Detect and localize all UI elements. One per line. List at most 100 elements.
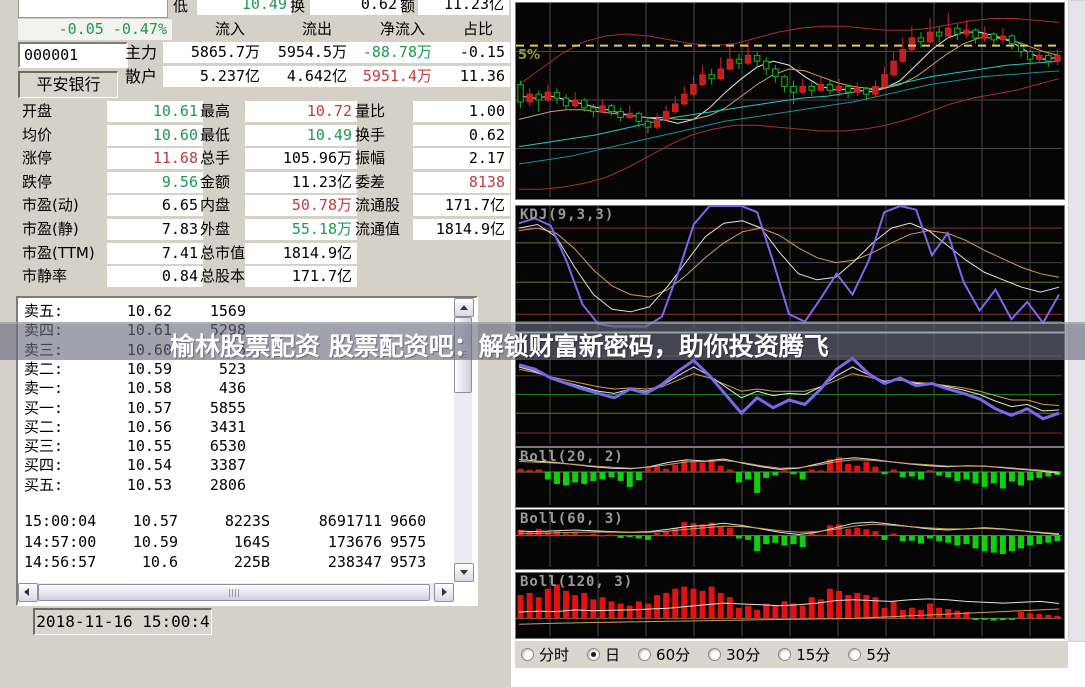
quote-value: 1.00 — [413, 101, 510, 122]
h-scrollbar-thumb[interactable] — [38, 584, 430, 601]
period-option-30分[interactable]: 30分 — [708, 644, 760, 665]
turnover-label: 换 — [290, 0, 305, 17]
order-book-row: 买五:10.532806 — [18, 476, 458, 495]
period-option-日[interactable]: 日 — [587, 644, 620, 665]
quote-value: 105.96万 — [245, 148, 357, 169]
tr-cnt: 9660 — [390, 512, 426, 531]
ob-label: 买四: — [24, 456, 63, 475]
left-arrow-icon — [24, 588, 29, 596]
ob-price: 10.55 — [62, 437, 172, 456]
quote-value: 2.17 — [413, 148, 510, 169]
period-option-15分[interactable]: 15分 — [778, 644, 830, 665]
period-radio[interactable] — [638, 648, 651, 661]
quote-value: 9.56 — [107, 172, 203, 193]
quote-value: 11.68 — [107, 148, 203, 169]
price-display-clipped — [18, 0, 168, 18]
tr-lot: 225B — [180, 553, 270, 572]
period-radio[interactable] — [587, 648, 600, 661]
scroll-left-button[interactable] — [18, 583, 38, 602]
period-radio[interactable] — [778, 648, 791, 661]
flow-out-value: 4.642亿 — [263, 66, 352, 87]
amount-label: 额 — [400, 0, 415, 17]
flow-ratio-value: -0.15 — [435, 42, 510, 63]
right-arrow-icon — [442, 588, 447, 596]
ob-label: 卖二: — [24, 360, 63, 379]
datetime-display: 2018-11-16 15:00:4 — [33, 608, 212, 635]
order-book-row: 买三:10.556530 — [18, 437, 458, 456]
tr-cnt: 9575 — [390, 533, 426, 552]
order-book-row: 卖五:10.621569 — [18, 302, 458, 321]
flow-row-label: 散户 — [125, 66, 157, 88]
ob-price: 10.53 — [62, 476, 172, 495]
quote-value: 171.7亿 — [413, 195, 510, 216]
period-radio[interactable] — [521, 648, 534, 661]
boll60-panel[interactable]: Boll(60, 3) — [515, 509, 1065, 570]
stock-trading-app-window: 低 10.49 换 0.62 额 11.23亿 -0.05 -0.47% 流入 … — [0, 0, 1085, 687]
kline-chart[interactable]: 5% — [515, 2, 1065, 200]
scroll-up-button[interactable] — [454, 298, 474, 317]
boll20-panel[interactable]: Boll(20, 2) — [515, 447, 1065, 508]
period-option-5分[interactable]: 5分 — [848, 644, 891, 665]
flow-net-value: 5951.4万 — [350, 66, 437, 87]
quote-label: 流通值 — [355, 218, 400, 240]
quote-label: 总股本 — [200, 265, 245, 287]
stock-code-input[interactable]: 000001 — [18, 42, 128, 68]
ob-label: 卖五: — [24, 302, 63, 321]
quote-value: 55.18万 — [245, 219, 357, 240]
quote-label: 流通股 — [355, 194, 400, 216]
period-label: 分时 — [539, 644, 569, 665]
ad-overlay-title: 榆林股票配资 股票配资吧：解锁财富新密码，助你投资腾飞 — [170, 327, 829, 363]
quote-value: 6.65 — [107, 195, 203, 216]
ob-label: 卖一: — [24, 379, 63, 398]
quote-value: 0.84 — [107, 266, 203, 287]
period-option-分时[interactable]: 分时 — [521, 644, 569, 665]
flow-ratio-value: 11.36 — [435, 66, 510, 87]
stock-name-button[interactable]: 平安银行 — [18, 71, 118, 98]
ob-price: 10.62 — [62, 302, 172, 321]
tr-price: 10.6 — [80, 553, 178, 572]
quote-label: 振幅 — [355, 147, 385, 169]
quote-label: 总市值 — [200, 242, 245, 264]
period-option-60分[interactable]: 60分 — [638, 644, 690, 665]
tr-price: 10.59 — [80, 533, 178, 552]
ob-price: 10.57 — [62, 399, 172, 418]
period-label: 5分 — [866, 644, 891, 665]
period-label: 日 — [605, 644, 620, 665]
tr-price: 10.57 — [80, 512, 178, 531]
quote-label: 市盈(TTM) — [22, 242, 95, 264]
quote-label: 均价 — [22, 124, 52, 146]
trade-row: 14:56:5710.6225B2383479573 — [18, 553, 458, 572]
ad-overlay-band: 榆林股票配资 股票配资吧：解锁财富新密码，助你投资腾飞 — [0, 322, 1085, 360]
boll120-panel[interactable]: Boll(120, 3) — [515, 572, 1065, 639]
ob-label: 买二: — [24, 418, 63, 437]
flow-in-value: 5865.7万 — [163, 42, 265, 63]
flow-out-value: 5954.5万 — [263, 42, 352, 63]
ob-vol: 436 — [158, 379, 246, 398]
quote-label: 市盈(动) — [22, 194, 79, 216]
scroll-down-button[interactable] — [454, 563, 474, 582]
quote-value: 1814.9亿 — [413, 219, 510, 240]
period-radio[interactable] — [848, 648, 861, 661]
ob-price: 10.59 — [62, 360, 172, 379]
quote-label: 金额 — [200, 171, 230, 193]
ob-price: 10.56 — [62, 418, 172, 437]
quote-label: 跌停 — [22, 171, 52, 193]
low-value: 10.49 — [197, 0, 292, 15]
boll60-indicator-label: Boll(60, 3) — [520, 511, 624, 527]
ob-vol: 6530 — [158, 437, 246, 456]
quote-label: 量比 — [355, 100, 385, 122]
header-ratio: 占比 — [463, 18, 493, 40]
down-arrow-icon — [460, 570, 468, 575]
order-book-row: 买一:10.575855 — [18, 399, 458, 418]
quote-label: 换手 — [355, 124, 385, 146]
scroll-right-button[interactable] — [434, 583, 454, 602]
trade-row: 14:57:0010.59164S1736769575 — [18, 533, 458, 552]
quote-value: 10.60 — [107, 125, 203, 146]
kdj-panel[interactable]: KDJ(9,3,3) — [515, 205, 1065, 332]
period-label: 30分 — [726, 644, 760, 665]
header-inflow: 流入 — [215, 18, 245, 40]
flow-in-value: 5.237亿 — [163, 66, 265, 87]
period-radio[interactable] — [708, 648, 721, 661]
order-book-row: 买四:10.543387 — [18, 456, 458, 475]
quote-label: 最低 — [200, 124, 230, 146]
